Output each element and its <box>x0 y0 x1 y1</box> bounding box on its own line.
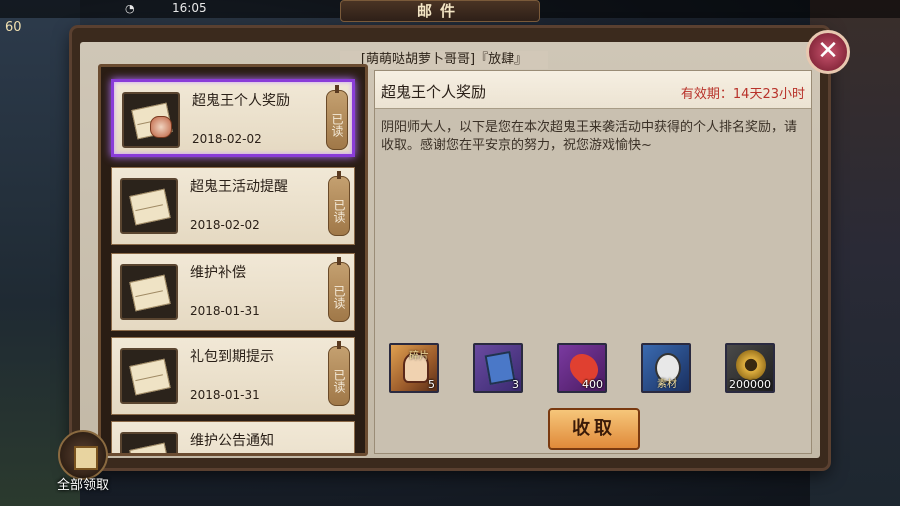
scroll-icon <box>484 350 516 386</box>
reward-tag: 碎片 <box>409 351 429 362</box>
reward-daruma[interactable]: 素材 <box>641 343 691 393</box>
expiry-label: 有效期：14天23小时 <box>680 87 805 102</box>
close-button[interactable]: ✕ <box>806 30 850 74</box>
reward-red-item[interactable]: 400 <box>557 343 607 393</box>
collect-button[interactable]: 收取 <box>548 408 640 450</box>
mail-date: 2018-02-02 <box>192 132 262 146</box>
list-item[interactable]: 超鬼王活动提醒 2018-02-02 已读 <box>111 167 355 245</box>
mail-icon <box>122 92 180 148</box>
reward-count: 400 <box>582 378 603 391</box>
list-item[interactable]: 维护补偿 2018-01-31 已读 <box>111 253 355 331</box>
envelope-icon <box>129 274 171 312</box>
coin-icon <box>736 350 766 380</box>
detail-title: 超鬼王个人奖励 <box>381 83 487 101</box>
reward-count: 3 <box>512 378 519 391</box>
reward-scroll[interactable]: 3 <box>473 343 523 393</box>
mail-title: 维护公告通知 <box>190 433 274 449</box>
mail-title: 超鬼王个人奖励 <box>192 93 290 109</box>
envelope-icon <box>129 442 171 453</box>
mail-list[interactable]: 超鬼王个人奖励 2018-02-02 已读 超鬼王活动提醒 2018-02-02… <box>98 64 368 456</box>
reward-count: 200000 <box>729 378 771 391</box>
status-time: 16:05 <box>172 1 207 15</box>
reward-shard[interactable]: 碎片 5 <box>389 343 439 393</box>
mail-icon <box>120 178 178 234</box>
mail-date: 2018-01-31 <box>190 304 260 318</box>
detail-header: 超鬼王个人奖励 有效期：14天23小时 <box>375 71 811 109</box>
read-tag: 已读 <box>328 257 350 322</box>
envelope-icon <box>129 358 171 396</box>
mail-detail: 超鬼王个人奖励 有效期：14天23小时 阴阳师大人，以下是您在本次超鬼王来袭活动… <box>374 70 812 454</box>
wifi-icon: ◔ <box>125 2 135 15</box>
mail-title: 维护补偿 <box>190 265 246 281</box>
mail-date: 2018-02-02 <box>190 218 260 232</box>
gift-bag-icon <box>150 116 172 138</box>
mail-title: 超鬼王活动提醒 <box>190 179 288 195</box>
collect-all-label: 全部领取 <box>56 478 109 493</box>
reward-tag: 素材 <box>657 379 677 390</box>
page-title: 邮件 <box>340 0 540 22</box>
list-item[interactable]: 礼包到期提示 2018-01-31 已读 <box>111 337 355 415</box>
read-tag: 已读 <box>328 341 350 406</box>
read-tag: 已读 <box>326 85 348 150</box>
mail-icon <box>120 264 178 320</box>
list-item[interactable]: 维护公告通知 <box>111 421 355 453</box>
reward-coin[interactable]: 200000 <box>725 343 775 393</box>
mail-icon <box>120 432 178 453</box>
mail-date: 2018-01-31 <box>190 388 260 402</box>
mail-icon <box>120 348 178 404</box>
mail-title: 礼包到期提示 <box>190 349 274 365</box>
reward-count: 5 <box>428 378 435 391</box>
player-level: 60 <box>5 20 22 35</box>
list-item[interactable]: 超鬼王个人奖励 2018-02-02 已读 <box>111 79 355 157</box>
detail-body: 阴阳师大人，以下是您在本次超鬼王来袭活动中获得的个人排名奖励，请收取。感谢您在平… <box>381 120 798 153</box>
gift-box-icon <box>58 430 108 480</box>
envelope-icon <box>129 188 171 226</box>
collect-all-button[interactable]: 全部领取 <box>50 430 116 500</box>
player-name: [萌萌哒胡萝卜哥哥]『放肆』 <box>340 51 548 69</box>
read-tag: 已读 <box>328 171 350 236</box>
